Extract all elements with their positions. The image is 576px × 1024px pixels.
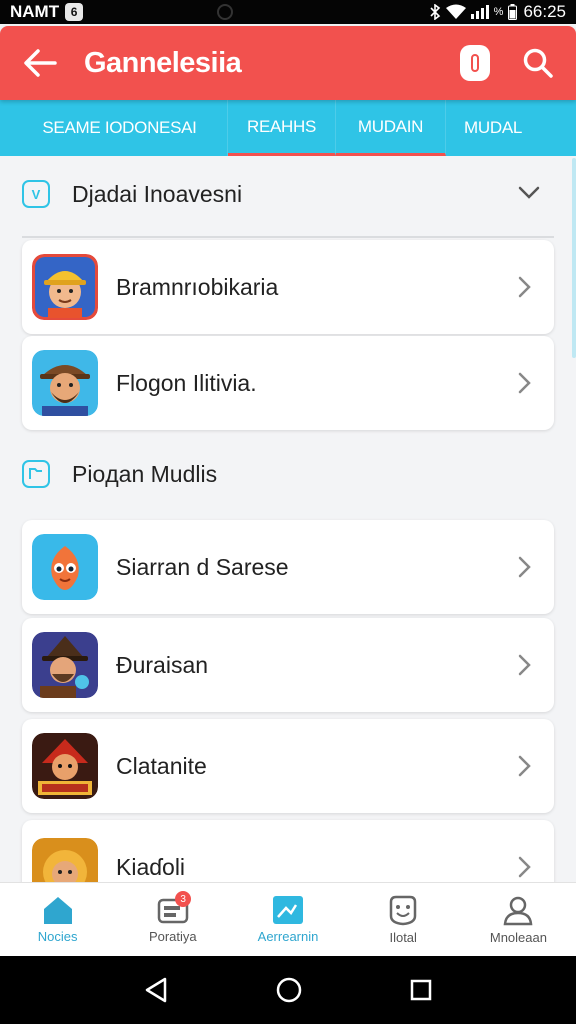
chevron-right-icon — [518, 856, 531, 878]
image-icon — [273, 896, 303, 924]
app-header: Gannelesiia — [0, 26, 576, 100]
smiley-icon — [389, 895, 417, 926]
list-item[interactable]: Siarran d Sarese — [22, 520, 554, 614]
section-title: Pioдan Mudlis — [72, 460, 218, 487]
shield-v-icon: V — [22, 180, 50, 208]
wizard-avatar — [32, 632, 98, 698]
search-button[interactable] — [520, 45, 556, 81]
red-warrior-avatar — [32, 733, 98, 799]
carrier-label: NAMT — [10, 2, 60, 21]
page-title: Gannelesiia — [84, 46, 242, 79]
nav-item-ilotal[interactable]: Ilotal — [346, 883, 461, 956]
scrollbar[interactable] — [572, 158, 576, 358]
nav-label: Mnoleaan — [489, 930, 547, 945]
nav-item-nocies[interactable]: Nocies — [0, 883, 115, 956]
status-bar: NAMT 6 % 66:25 — [0, 0, 576, 24]
wifi-icon — [445, 4, 466, 19]
bluetooth-icon — [430, 4, 440, 20]
content-list[interactable]: V Djadai Inoavesni Bramnrıobikaria Flogo… — [0, 156, 576, 882]
back-triangle-icon[interactable] — [144, 977, 168, 1003]
person-icon — [504, 896, 533, 926]
nav-item-aerrearnin[interactable]: Aerrearnin — [230, 883, 345, 956]
recents-square-icon[interactable] — [410, 979, 432, 1001]
orange-fish-avatar — [32, 534, 98, 600]
item-label: Siarran d Sarese — [116, 553, 289, 580]
section-title: Djadai Inoavesni — [72, 180, 243, 207]
divider — [22, 236, 554, 238]
list-item[interactable]: Ɖuraisan — [22, 618, 554, 712]
capsule-icon — [471, 54, 479, 72]
tab-seame-iodonesai[interactable]: SEAME IODONESAI — [0, 100, 228, 156]
item-label: Clatanite — [116, 752, 207, 779]
battery-icon — [508, 4, 518, 20]
tab-reahhs[interactable]: REAHHS — [228, 100, 336, 156]
tab-mudain[interactable]: MUDAIN — [336, 100, 446, 156]
list-item[interactable]: Flogon Ilitivia. — [22, 336, 554, 430]
tab-bar: SEAME IODONESAI REAHHS MUDAIN MUDAL — [0, 100, 576, 156]
golden-lion-avatar — [32, 838, 98, 882]
item-label: Flogon Ilitivia. — [116, 369, 257, 396]
nav-label: Poratiya — [148, 929, 197, 944]
home-icon — [43, 897, 72, 924]
home-circle-icon[interactable] — [276, 977, 302, 1003]
nav-label: Aerrearnin — [257, 929, 319, 944]
list-item[interactable]: Bramnrıobikaria — [22, 240, 554, 334]
item-label: Kiaɗoli — [116, 853, 186, 880]
item-label: Bramnrıobikaria — [116, 273, 279, 300]
chevron-down-icon[interactable] — [518, 186, 540, 200]
item-label: Ɖuraisan — [116, 651, 209, 678]
system-nav-bar — [0, 956, 576, 1024]
chevron-right-icon — [518, 654, 531, 676]
notification-badge: 3 — [175, 891, 192, 907]
nav-label: Nocies — [37, 929, 78, 944]
capsule-button[interactable] — [460, 45, 490, 81]
nav-item-poratiya[interactable]: 3 Poratiya — [115, 883, 230, 956]
nav-item-mnoleaan[interactable]: Mnoleaan — [461, 883, 576, 956]
search-icon — [523, 48, 553, 78]
back-button[interactable] — [20, 43, 60, 83]
worker-helmet-avatar — [32, 254, 98, 320]
battery-percent: % — [493, 6, 504, 18]
notification-icon: 6 — [65, 3, 84, 21]
tab-mudal[interactable]: MUDAL — [446, 100, 576, 156]
clock: 66:25 — [523, 2, 566, 21]
section-header[interactable]: V Djadai Inoavesni — [22, 180, 242, 208]
nav-label: Ilotal — [389, 930, 417, 945]
chevron-right-icon — [518, 276, 531, 298]
bottom-nav: Nocies 3 Poratiya Aerrearnin Ilotal Mnol… — [0, 882, 576, 956]
chevron-right-icon — [518, 556, 531, 578]
section-header[interactable]: Pioдan Mudlis — [22, 460, 217, 488]
list-item[interactable]: Clatanite — [22, 719, 554, 813]
list-item[interactable]: Kiaɗoli — [22, 820, 554, 882]
camera-dot-icon — [217, 4, 233, 20]
signal-icon — [470, 5, 489, 19]
chevron-right-icon — [518, 755, 531, 777]
chevron-right-icon — [518, 372, 531, 394]
folder-icon — [22, 460, 50, 488]
arrow-left-icon — [24, 49, 57, 77]
bearded-man-avatar — [32, 350, 98, 416]
